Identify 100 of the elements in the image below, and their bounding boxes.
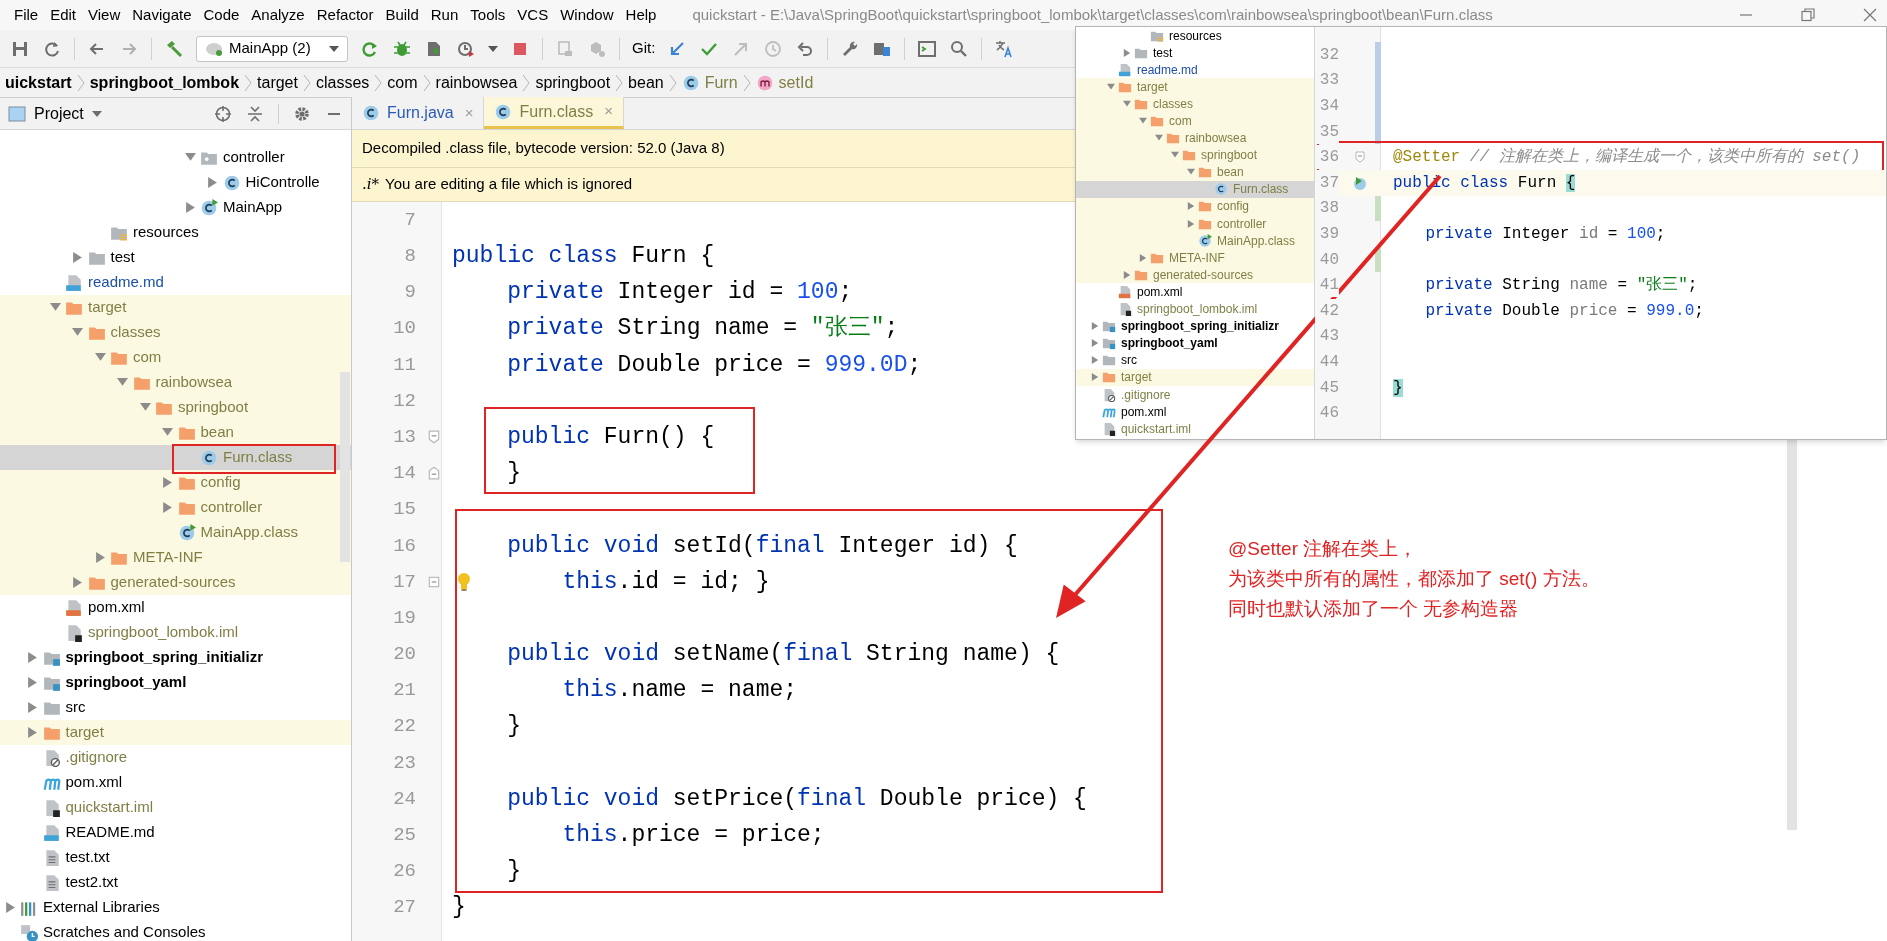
breadcrumb-item[interactable]: rainbowsea [430, 70, 523, 95]
tree-item[interactable]: config [0, 470, 351, 495]
tree-item[interactable]: springboot_yaml [0, 670, 351, 695]
tree-item[interactable]: MainApp.class [1076, 232, 1314, 250]
scrollbar-thumb[interactable] [1787, 440, 1797, 830]
tree-arrow-icon[interactable] [1155, 134, 1163, 143]
breadcrumb-item[interactable]: Furn [676, 70, 743, 95]
tree-arrow-icon[interactable] [1091, 373, 1099, 382]
menu-item[interactable]: Edit [44, 3, 83, 27]
tree-item[interactable]: resources [1076, 27, 1314, 45]
project-view-dropdown[interactable]: Project [34, 101, 102, 126]
tree-item[interactable]: controller [1076, 215, 1314, 233]
menu-item[interactable]: Tools [464, 3, 512, 27]
tree-arrow-icon[interactable] [4, 902, 16, 913]
tree-arrow-icon[interactable] [27, 677, 38, 688]
tree-item[interactable]: com [0, 345, 351, 370]
breadcrumb-item[interactable]: springboot [530, 70, 616, 95]
tree-item[interactable]: springboot_spring_initializr [0, 645, 351, 670]
tree-item[interactable]: generated-sources [1076, 266, 1314, 284]
tree-item[interactable]: pom.xml [0, 595, 351, 620]
tree-item[interactable]: generated-sources [0, 570, 351, 595]
menu-item[interactable]: Window [554, 3, 620, 27]
tree-item[interactable]: Scratches and Consoles [0, 920, 351, 941]
tree-arrow-icon[interactable] [27, 652, 38, 663]
menu-item[interactable]: Help [619, 3, 663, 27]
fold-marker-icon[interactable] [427, 466, 441, 481]
tree-arrow-icon[interactable] [72, 577, 83, 588]
attach-icon[interactable] [555, 38, 575, 59]
tree-item[interactable]: target [1076, 368, 1314, 386]
history-clock-icon[interactable] [763, 38, 784, 59]
tree-item[interactable]: test.txt [0, 845, 351, 870]
run-config-dropdown[interactable]: MainApp (2) [196, 35, 348, 62]
tree-item[interactable]: bean [0, 420, 351, 445]
tree-item[interactable]: External Libraries [0, 895, 351, 920]
breadcrumb-item[interactable]: com [382, 70, 423, 95]
tree-item[interactable]: test [1076, 44, 1314, 62]
class-run-icon[interactable] [1352, 174, 1368, 191]
menu-item[interactable]: Build [379, 3, 425, 27]
tree-arrow-icon[interactable] [1091, 356, 1099, 365]
tree-arrow-icon[interactable] [162, 477, 173, 488]
tree-arrow-icon[interactable] [94, 552, 106, 563]
tree-item[interactable]: pom.xml [1076, 403, 1314, 421]
menu-item[interactable]: Navigate [126, 3, 198, 27]
menu-item[interactable]: Code [197, 3, 246, 27]
terminal-icon[interactable] [917, 38, 938, 59]
tree-item[interactable]: HiControlle [0, 170, 351, 195]
tree-item[interactable]: springboot_lombok.iml [1076, 300, 1314, 318]
tree-arrow-icon[interactable] [27, 702, 38, 713]
restore-icon[interactable] [1801, 8, 1815, 22]
tree-item[interactable]: MainApp.class [0, 520, 351, 545]
tree-item[interactable]: springboot_yaml [1076, 334, 1314, 352]
tree-arrow-icon[interactable] [162, 427, 173, 438]
tree-arrow-icon[interactable] [1171, 151, 1179, 160]
tree-item[interactable]: classes [1076, 95, 1314, 113]
tree-arrow-icon[interactable] [117, 377, 128, 388]
menu-item[interactable]: Run [424, 3, 465, 27]
tree-arrow-icon[interactable] [1091, 322, 1099, 331]
tree-arrow-icon[interactable] [27, 727, 38, 738]
breadcrumb-item[interactable]: classes [310, 70, 375, 95]
breadcrumb-item[interactable]: target [252, 70, 303, 95]
collapse-all-icon[interactable] [246, 104, 264, 123]
tree-item[interactable]: controller [0, 495, 351, 520]
tree-item[interactable]: quickstart.iml [1076, 420, 1314, 438]
tree-arrow-icon[interactable] [184, 202, 196, 213]
tree-arrow-icon[interactable] [207, 177, 218, 188]
settings-icon[interactable] [293, 104, 311, 123]
tree-item[interactable]: MainApp [0, 195, 351, 220]
tree-item[interactable]: classes [0, 320, 351, 345]
tree-arrow-icon[interactable] [1107, 82, 1115, 91]
fold-marker-icon[interactable] [427, 430, 441, 445]
tree-arrow-icon[interactable] [1139, 117, 1147, 125]
tree-arrow-icon[interactable] [184, 152, 196, 163]
tree-item[interactable]: target [0, 720, 351, 745]
tree-arrow-icon[interactable] [72, 327, 83, 338]
tree-item[interactable]: target [0, 295, 351, 320]
locate-icon[interactable] [214, 104, 232, 123]
tree-arrow-icon[interactable] [1123, 270, 1131, 279]
tree-item[interactable]: .gitignore [1076, 385, 1314, 404]
breadcrumb-item[interactable]: springboot_lombok [84, 70, 245, 95]
close-icon[interactable] [1863, 8, 1877, 22]
menu-item[interactable]: Refactor [310, 3, 380, 27]
tree-item[interactable]: src [1076, 351, 1314, 369]
menu-item[interactable]: Analyze [245, 3, 311, 27]
tree-item[interactable]: rainbowsea [0, 370, 351, 395]
tree-item[interactable]: springboot_lombok.iml [0, 620, 351, 645]
breadcrumb-item[interactable]: uickstart [0, 70, 77, 95]
menu-item[interactable]: File [8, 3, 45, 27]
editor-tab[interactable]: Furn.java × [352, 97, 485, 129]
tree-item[interactable]: resources [0, 220, 351, 245]
tree-item[interactable]: .gitignore [0, 745, 351, 770]
tree-item[interactable]: pom.xml [1076, 283, 1314, 301]
tree-arrow-icon[interactable] [1187, 168, 1195, 177]
tree-item[interactable]: README.md [0, 820, 351, 845]
tree-item[interactable]: META-INF [0, 545, 351, 570]
tree-arrow-icon[interactable] [1123, 99, 1131, 108]
tree-item[interactable]: readme.md [1076, 61, 1314, 79]
tree-arrow-icon[interactable] [94, 352, 106, 363]
caret-icon[interactable] [488, 44, 498, 53]
menu-item[interactable]: VCS [511, 3, 555, 27]
fold-marker-icon[interactable] [1354, 151, 1366, 164]
